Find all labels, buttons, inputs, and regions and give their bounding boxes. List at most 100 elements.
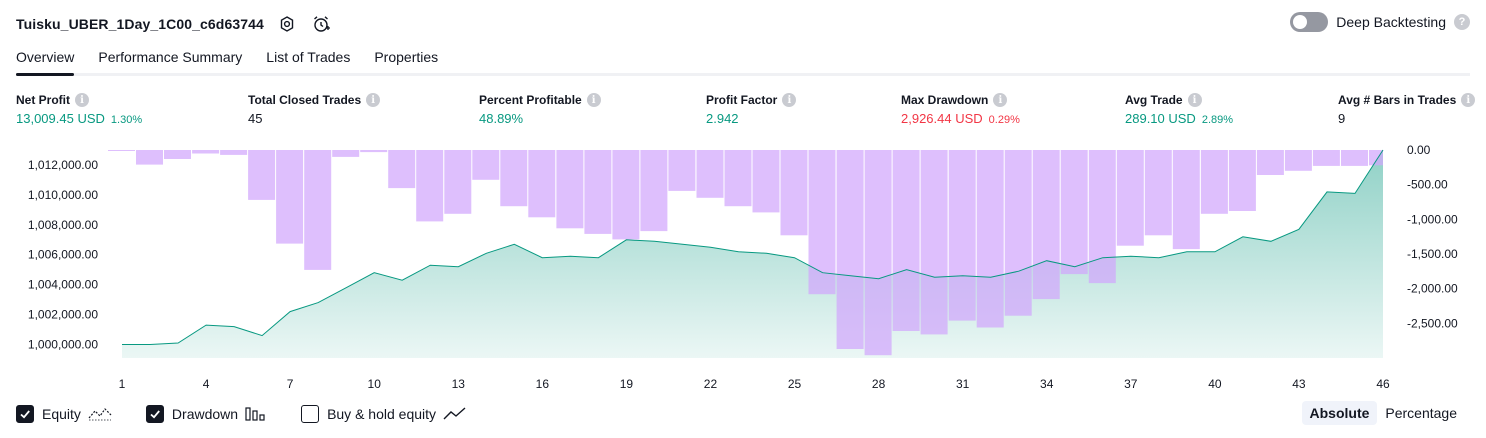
drawdown-bar xyxy=(920,150,948,335)
drawdown-bar xyxy=(780,150,808,236)
x-tick-label: 40 xyxy=(1208,377,1222,391)
drawdown-bar xyxy=(1116,150,1144,246)
metric-total-closed-trades: Total Closed Trades i 45 xyxy=(248,93,381,126)
drawdown-checkbox[interactable] xyxy=(145,405,164,423)
metric-avg-bars-in-trades: Avg # Bars in Trades i 9 xyxy=(1338,93,1476,126)
metric-label: Total Closed Trades xyxy=(248,93,362,107)
drawdown-bar xyxy=(584,150,612,234)
drawdown-bar xyxy=(1341,150,1368,166)
legend-equity[interactable]: Equity xyxy=(16,405,112,423)
metric-percent: 2.89% xyxy=(1201,114,1234,126)
drawdown-bar xyxy=(528,150,556,218)
buy-hold-checkbox[interactable] xyxy=(301,405,320,423)
settings-icon[interactable] xyxy=(276,13,298,35)
drawdown-bar xyxy=(1312,150,1340,166)
drawdown-bar xyxy=(248,150,276,200)
drawdown-bar xyxy=(1172,150,1200,250)
y-left-tick-label: 1,000,000.00 xyxy=(28,338,98,352)
drawdown-bar xyxy=(332,150,360,157)
drawdown-bar xyxy=(724,150,752,207)
drawdown-bar xyxy=(416,150,444,222)
drawdown-bar xyxy=(864,150,892,356)
drawdown-bar xyxy=(220,150,248,155)
x-tick-label: 34 xyxy=(1040,377,1054,391)
metric-profit-factor: Profit Factor i 2.942 xyxy=(706,93,797,126)
legend-buy-hold-label: Buy & hold equity xyxy=(327,406,437,422)
drawdown-bar xyxy=(1032,150,1060,300)
y-left-tick-label: 1,010,000.00 xyxy=(28,188,98,202)
info-icon[interactable]: i xyxy=(993,93,1008,107)
drawdown-bar xyxy=(108,150,135,151)
chart-legend: Equity Drawdown Buy & hold equity xyxy=(16,403,501,425)
x-tick-label: 19 xyxy=(620,377,634,391)
deep-backtesting-toggle[interactable] xyxy=(1290,12,1329,32)
y-left-tick-label: 1,002,000.00 xyxy=(28,308,98,322)
metric-value: 2,926.44 USD xyxy=(901,111,983,126)
drawdown-bar xyxy=(1369,150,1383,166)
drawdown-bar xyxy=(388,150,416,189)
metric-percent: 1.30% xyxy=(110,114,143,126)
y-right-tick-label: -2,500.00 xyxy=(1407,316,1458,330)
y-left-tick-label: 1,008,000.00 xyxy=(28,218,98,232)
info-icon[interactable]: i xyxy=(75,93,89,107)
equity-checkbox[interactable] xyxy=(16,405,34,423)
strategy-title: Tuisku_UBER_1Day_1C00_c6d63744 xyxy=(16,16,264,32)
percentage-button[interactable]: Percentage xyxy=(1377,401,1465,425)
metric-label: Percent Profitable xyxy=(479,93,582,107)
drawdown-bar xyxy=(1144,150,1172,236)
metric-value: 289.10 USD xyxy=(1125,111,1196,126)
info-icon[interactable]: i xyxy=(366,93,381,107)
x-tick-label: 13 xyxy=(452,377,466,391)
metric-avg-trade: Avg Trade i 289.10 USD 2.89% xyxy=(1125,93,1233,126)
drawdown-bar xyxy=(360,150,388,153)
metric-label: Net Profit xyxy=(16,93,70,107)
absolute-button[interactable]: Absolute xyxy=(1301,401,1378,425)
tab-performance-summary[interactable]: Performance Summary xyxy=(98,44,242,73)
y-right-tick-label: -1,500.00 xyxy=(1407,247,1458,261)
info-icon[interactable]: i xyxy=(586,93,601,107)
drawdown-bar xyxy=(1004,150,1032,316)
x-tick-label: 10 xyxy=(368,377,382,391)
legend-drawdown[interactable]: Drawdown xyxy=(145,405,267,423)
drawdown-bar xyxy=(836,150,864,349)
y-left-tick-label: 1,006,000.00 xyxy=(28,248,98,262)
info-icon[interactable]: i xyxy=(782,93,797,107)
metric-value: 2.942 xyxy=(706,111,739,126)
drawdown-bar xyxy=(948,150,976,321)
scale-mode-toggle: Absolute Percentage xyxy=(1301,401,1466,425)
metric-value: 48.89% xyxy=(479,111,524,126)
metric-value: 9 xyxy=(1338,111,1346,126)
x-tick-label: 22 xyxy=(704,377,718,391)
drawdown-bar xyxy=(1200,150,1228,214)
drawdown-bar xyxy=(1284,150,1312,171)
tab-list-of-trades[interactable]: List of Trades xyxy=(266,44,350,73)
y-right-tick-label: -1,000.00 xyxy=(1407,212,1458,226)
drawdown-bar xyxy=(640,150,668,232)
drawdown-bar xyxy=(1088,150,1116,284)
drawdown-bar xyxy=(472,150,500,180)
info-icon[interactable]: i xyxy=(1187,93,1202,107)
drawdown-bar xyxy=(164,150,191,159)
y-right-tick-label: 0.00 xyxy=(1407,143,1431,157)
metrics-row: Net Profit i 13,009.45 USD 1.30% Total Clo… xyxy=(0,93,1486,133)
help-icon[interactable]: ? xyxy=(1454,14,1470,30)
equity-drawdown-chart[interactable]: 1,000,000.00 1,002,000.00 1,004,000.00 1,00… xyxy=(0,140,1486,398)
drawdown-bar xyxy=(500,150,528,207)
tab-overview[interactable]: Overview xyxy=(16,44,75,76)
metric-percent: 0.29% xyxy=(988,114,1020,126)
alert-clock-icon[interactable] xyxy=(310,13,332,35)
drawdown-bar xyxy=(668,150,696,191)
drawdown-bar xyxy=(752,150,780,213)
drawdown-bar xyxy=(892,150,920,331)
x-tick-label: 25 xyxy=(788,377,802,391)
metric-value: 13,009.45 USD xyxy=(16,111,105,126)
legend-buy-hold[interactable]: Buy & hold equity xyxy=(301,405,467,423)
x-tick-label: 46 xyxy=(1376,377,1390,391)
y-right-tick-label: -2,000.00 xyxy=(1407,282,1458,296)
legend-drawdown-label: Drawdown xyxy=(171,406,239,422)
info-icon[interactable]: i xyxy=(1461,93,1476,107)
y-left-tick-label: 1,004,000.00 xyxy=(28,278,98,292)
deep-backtesting: Deep Backtesting ? xyxy=(1290,12,1470,32)
drawdown-bar xyxy=(556,150,584,229)
tab-properties[interactable]: Properties xyxy=(374,44,438,73)
